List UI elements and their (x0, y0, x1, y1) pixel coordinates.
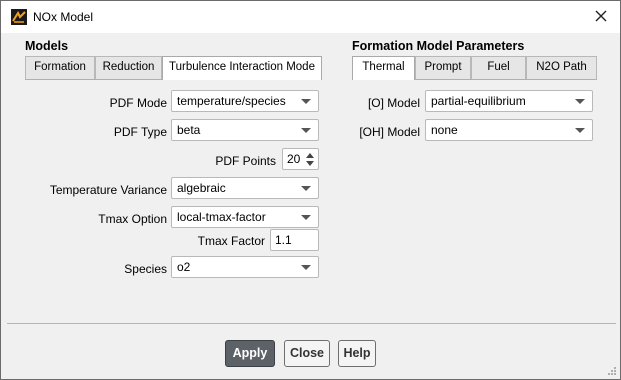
tab-thermal[interactable]: Thermal (352, 56, 415, 80)
chevron-down-icon (301, 99, 311, 104)
tmax-option-label: Tmax Option (98, 212, 167, 226)
chevron-down-icon (301, 215, 311, 220)
close-icon[interactable] (592, 7, 610, 25)
help-button[interactable]: Help (338, 340, 376, 367)
o-model-label: [O] Model (367, 96, 420, 110)
chevron-down-icon (575, 128, 585, 133)
tab-turbulence-interaction-mode[interactable]: Turbulence Interaction Mode (162, 56, 322, 80)
close-button[interactable]: Close (284, 340, 330, 367)
tab-reduction[interactable]: Reduction (95, 56, 162, 79)
o-model-select[interactable]: partial-equilibrium (425, 90, 593, 112)
temperature-variance-value: algebraic (177, 181, 226, 195)
spin-up-icon[interactable] (306, 153, 314, 158)
tab-underline (25, 79, 162, 80)
chevron-down-icon (301, 265, 311, 270)
pdf-points-label: PDF Points (215, 154, 276, 168)
species-select[interactable]: o2 (171, 256, 319, 278)
formation-parameters-heading: Formation Model Parameters (352, 39, 525, 53)
pdf-type-label: PDF Type (113, 125, 167, 139)
species-label: Species (124, 262, 167, 276)
o-model-value: partial-equilibrium (431, 94, 526, 108)
formation-tabs: Thermal Prompt Fuel N2O Path (352, 56, 598, 80)
chevron-down-icon (575, 99, 585, 104)
chevron-down-icon (301, 186, 311, 191)
models-heading: Models (25, 39, 69, 53)
pdf-mode-label: PDF Mode (109, 96, 167, 110)
window-title: NOx Model (33, 10, 94, 24)
pdf-mode-select[interactable]: temperature/species (171, 90, 319, 112)
pdf-mode-value: temperature/species (177, 94, 286, 108)
spin-down-icon[interactable] (306, 161, 314, 166)
tmax-option-value: local-tmax-factor (177, 210, 266, 224)
pdf-type-select[interactable]: beta (171, 119, 319, 141)
pdf-points-stepper[interactable]: 20 (282, 148, 319, 170)
species-value: o2 (177, 260, 191, 274)
tmax-factor-input[interactable]: 1.1 (270, 229, 319, 251)
resize-grip-icon[interactable] (607, 366, 617, 376)
pdf-points-value: 20 (287, 152, 301, 166)
chevron-down-icon (301, 128, 311, 133)
tab-formation[interactable]: Formation (25, 56, 95, 79)
tab-n2o-path[interactable]: N2O Path (526, 56, 597, 79)
title-bar: NOx Model (1, 1, 620, 33)
temperature-variance-label: Temperature Variance (49, 183, 167, 197)
models-tabs: Formation Reduction Turbulence Interacti… (25, 56, 323, 80)
tab-fuel[interactable]: Fuel (471, 56, 526, 79)
pdf-type-value: beta (177, 123, 201, 137)
tab-prompt[interactable]: Prompt (415, 56, 471, 79)
oh-model-value: none (431, 123, 458, 137)
divider (7, 323, 616, 324)
tmax-factor-label: Tmax Factor (197, 234, 265, 248)
nox-model-dialog: NOx Model Models Formation Reduction Tur… (0, 0, 621, 380)
oh-model-label: [OH] Model (359, 125, 420, 139)
apply-button[interactable]: Apply (225, 340, 275, 367)
fluent-app-icon (11, 9, 27, 25)
temperature-variance-select[interactable]: algebraic (171, 177, 319, 199)
tmax-option-select[interactable]: local-tmax-factor (171, 206, 319, 228)
oh-model-select[interactable]: none (425, 119, 593, 141)
tab-underline (415, 79, 597, 80)
